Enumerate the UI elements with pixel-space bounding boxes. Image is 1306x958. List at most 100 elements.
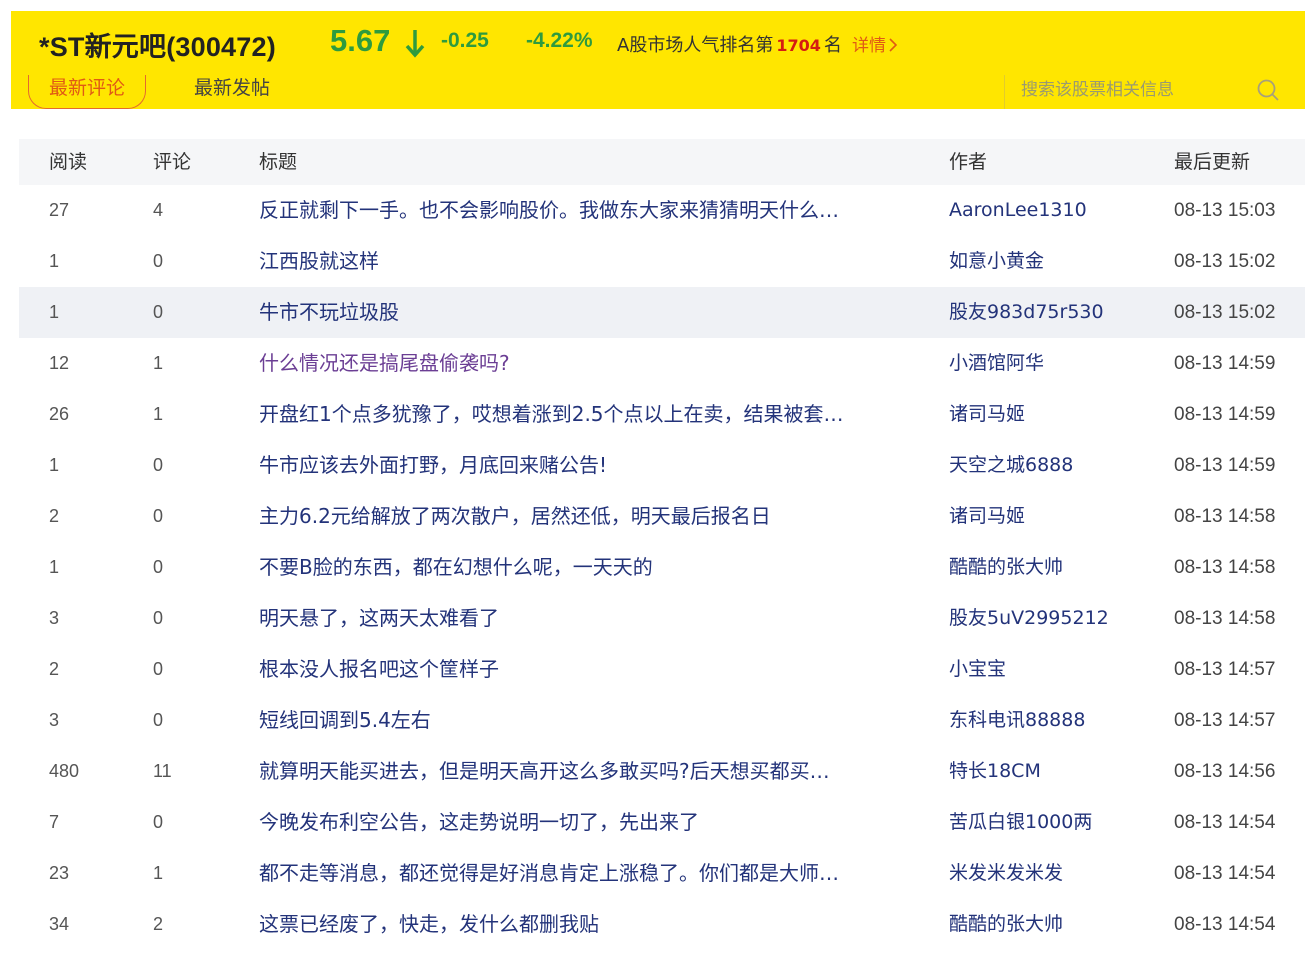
- post-title-link[interactable]: 今晚发布利空公告，这走势说明一切了，先出来了: [259, 797, 915, 848]
- post-title-link[interactable]: 都不走等消息，都还觉得是好消息肯定上涨稳了。你们都是大师…: [259, 848, 915, 899]
- last-updated: 08-13 14:57: [1174, 659, 1276, 680]
- table-row: 1 0 不要B脸的东西，都在幻想什么呢，一天天的 酷酷的张大帅 08-13 14:58: [19, 542, 1305, 593]
- post-title-link[interactable]: 牛市应该去外面打野，月底回来赌公告!: [259, 440, 915, 491]
- table-header: 阅读 评论 标题 作者 最后更新: [19, 139, 1305, 185]
- author-link[interactable]: 米发米发米发: [949, 848, 1063, 899]
- table-row: 2 0 主力6.2元给解放了两次散户，居然还低，明天最后报名日 诸司马姬 08-13 1…: [19, 491, 1305, 542]
- forum-title[interactable]: *ST新元吧(300472): [39, 25, 276, 64]
- last-updated: 08-13 14:54: [1174, 812, 1276, 833]
- post-title-link[interactable]: 什么情况还是搞尾盘偷袭吗?: [259, 338, 915, 389]
- table-row: 1 0 江西股就这样 如意小黄金 08-13 15:02: [19, 236, 1305, 287]
- post-title-link[interactable]: 根本没人报名吧这个筐样子: [259, 644, 915, 695]
- table-row: 7 0 今晚发布利空公告，这走势说明一切了，先出来了 苦瓜白银1000两 08-13 1…: [19, 797, 1305, 848]
- search-input[interactable]: [1019, 77, 1243, 103]
- rank-suffix: 名: [823, 35, 842, 56]
- author-link[interactable]: 酷酷的张大帅: [949, 542, 1063, 593]
- comment-count: 0: [153, 506, 164, 526]
- post-title-link[interactable]: 这票已经废了，快走，发什么都删我贴: [259, 899, 915, 950]
- read-count: 23: [49, 863, 70, 883]
- last-updated: 08-13 14:59: [1174, 455, 1276, 476]
- post-title-link[interactable]: 就算明天能买进去，但是明天高开这么多敢买吗?后天想买都买…: [259, 746, 915, 797]
- read-count: 3: [49, 608, 60, 628]
- header-last-updated: 最后更新: [1174, 151, 1251, 173]
- header-read: 阅读: [49, 151, 88, 173]
- comment-count: 0: [153, 710, 164, 730]
- author-link[interactable]: 股友983d75r530: [949, 287, 1104, 338]
- author-link[interactable]: 股友5uV2995212: [949, 593, 1109, 644]
- comment-count: 0: [153, 812, 164, 832]
- price-change: -0.25: [441, 29, 489, 52]
- table-row: 27 4 反正就剩下一手。也不会影响股价。我做东大家来猜猜明天什么… AaronLee…: [19, 185, 1305, 236]
- comment-count: 0: [153, 251, 164, 271]
- comment-count: 0: [153, 302, 164, 322]
- stock-forum-page: *ST新元吧(300472) 5.67 -0.25 -4.22% A股市场人气排…: [0, 0, 1306, 958]
- comment-count: 1: [153, 353, 164, 373]
- details-link-label: 详情: [852, 36, 886, 56]
- comment-count: 1: [153, 863, 164, 883]
- author-link[interactable]: 诸司马姬: [949, 491, 1025, 542]
- header-title: 标题: [259, 151, 298, 173]
- post-title-link[interactable]: 短线回调到5.4左右: [259, 695, 915, 746]
- table-row: 3 0 明天悬了，这两天太难看了 股友5uV2995212 08-13 14:58: [19, 593, 1305, 644]
- read-count: 1: [49, 557, 60, 577]
- last-updated: 08-13 14:56: [1174, 761, 1276, 782]
- price-change-percent: -4.22%: [526, 29, 593, 52]
- table-row: 34 2 这票已经废了，快走，发什么都删我贴 酷酷的张大帅 08-13 14:54: [19, 899, 1305, 950]
- post-title-link[interactable]: 江西股就这样: [259, 236, 915, 287]
- read-count: 480: [49, 761, 80, 781]
- header-author: 作者: [949, 151, 988, 173]
- author-link[interactable]: 苦瓜白银1000两: [949, 797, 1092, 848]
- post-title-link[interactable]: 主力6.2元给解放了两次散户，居然还低，明天最后报名日: [259, 491, 915, 542]
- read-count: 34: [49, 914, 70, 934]
- comment-count: 1: [153, 404, 164, 424]
- last-updated: 08-13 14:57: [1174, 710, 1276, 731]
- rank-value: 1704: [776, 36, 821, 55]
- last-updated: 08-13 15:02: [1174, 251, 1276, 272]
- read-count: 1: [49, 302, 60, 322]
- author-link[interactable]: 天空之城6888: [949, 440, 1073, 491]
- down-arrow-icon: [405, 30, 425, 58]
- author-link[interactable]: 东科电讯88888: [949, 695, 1085, 746]
- read-count: 3: [49, 710, 60, 730]
- comment-count: 0: [153, 659, 164, 679]
- read-count: 2: [49, 506, 60, 526]
- post-title-link[interactable]: 反正就剩下一手。也不会影响股价。我做东大家来猜猜明天什么…: [259, 185, 915, 236]
- post-title-link[interactable]: 开盘红1个点多犹豫了，哎想着涨到2.5个点以上在卖，结果被套…: [259, 389, 915, 440]
- comment-count: 0: [153, 608, 164, 628]
- author-link[interactable]: 如意小黄金: [949, 236, 1044, 287]
- read-count: 2: [49, 659, 60, 679]
- table-row: 26 1 开盘红1个点多犹豫了，哎想着涨到2.5个点以上在卖，结果被套… 诸司马姬 08…: [19, 389, 1305, 440]
- last-updated: 08-13 14:58: [1174, 608, 1276, 629]
- read-count: 26: [49, 404, 70, 424]
- search-icon[interactable]: [1256, 78, 1280, 102]
- last-updated: 08-13 15:02: [1174, 302, 1276, 323]
- last-updated: 08-13 15:03: [1174, 200, 1276, 221]
- chevron-right-icon: [889, 38, 898, 52]
- post-title-link[interactable]: 明天悬了，这两天太难看了: [259, 593, 915, 644]
- stock-price: 5.67: [330, 23, 391, 58]
- last-updated: 08-13 14:59: [1174, 353, 1276, 374]
- post-title-link[interactable]: 不要B脸的东西，都在幻想什么呢，一天天的: [259, 542, 915, 593]
- comment-count: 4: [153, 200, 164, 220]
- tab-latest-posts[interactable]: 最新发帖: [194, 75, 270, 101]
- tab-latest-comments[interactable]: 最新评论: [28, 75, 146, 109]
- author-link[interactable]: 酷酷的张大帅: [949, 899, 1063, 950]
- read-count: 1: [49, 455, 60, 475]
- post-title-link[interactable]: 牛市不玩垃圾股: [259, 287, 915, 338]
- popularity-rank: A股市场人气排名第 1704 名: [617, 31, 842, 57]
- post-list-table: 阅读 评论 标题 作者 最后更新 27 4 反正就剩下一手。也不会影响股价。我做东大…: [19, 139, 1305, 950]
- author-link[interactable]: 小宝宝: [949, 644, 1006, 695]
- author-link[interactable]: 特长18CM: [949, 746, 1041, 797]
- author-link[interactable]: 诸司马姬: [949, 389, 1025, 440]
- table-row: 1 0 牛市应该去外面打野，月底回来赌公告! 天空之城6888 08-13 14:59: [19, 440, 1305, 491]
- details-link[interactable]: 详情: [852, 31, 898, 56]
- last-updated: 08-13 14:54: [1174, 914, 1276, 935]
- table-row: 23 1 都不走等消息，都还觉得是好消息肯定上涨稳了。你们都是大师… 米发米发米发 08…: [19, 848, 1305, 899]
- last-updated: 08-13 14:58: [1174, 506, 1276, 527]
- author-link[interactable]: AaronLee1310: [949, 185, 1087, 236]
- read-count: 12: [49, 353, 70, 373]
- stock-header: *ST新元吧(300472) 5.67 -0.25 -4.22% A股市场人气排…: [11, 11, 1305, 109]
- read-count: 1: [49, 251, 60, 271]
- table-row: 1 0 牛市不玩垃圾股 股友983d75r530 08-13 15:02: [19, 287, 1305, 338]
- author-link[interactable]: 小酒馆阿华: [949, 338, 1044, 389]
